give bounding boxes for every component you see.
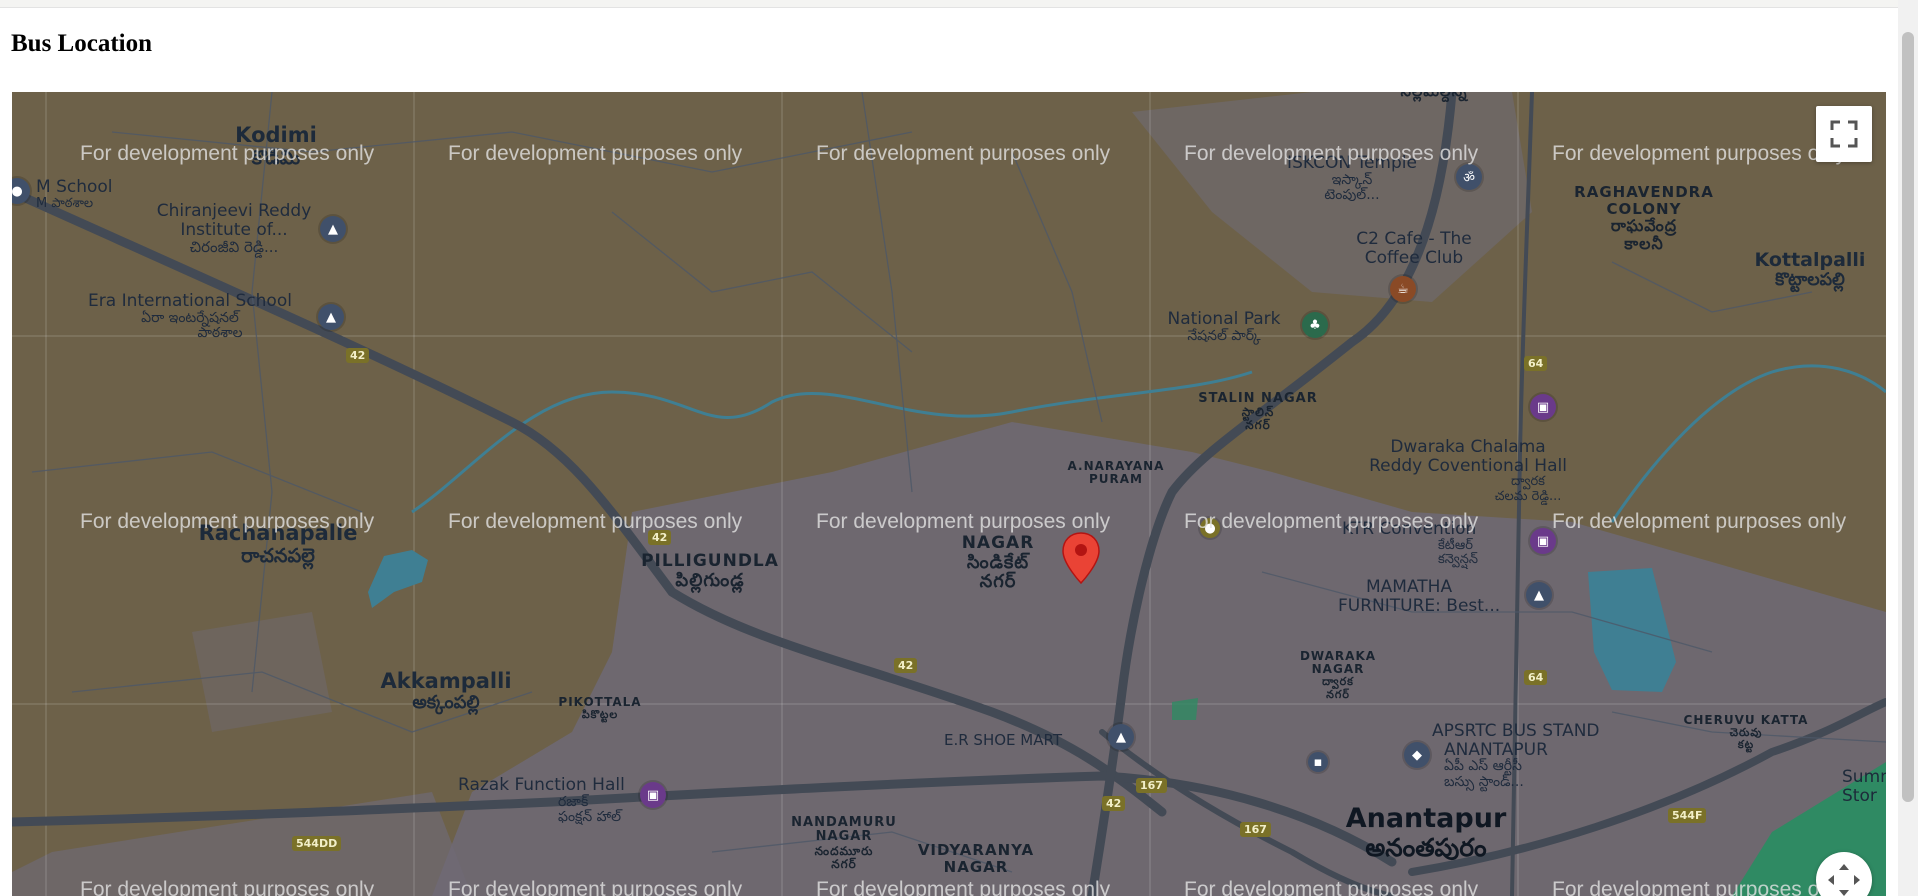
place-label-apsrtc-bus-stand: APSRTC BUS STAND ANANTAPUR ఏపీ ఎస్ ఆర్టీసీ… [1432,721,1600,790]
place-label-national-park: National Park నేషనల్ పార్క్ [1167,309,1281,344]
dev-watermark: For development purposes only [448,878,743,896]
red-pin-icon[interactable] [1062,532,1100,584]
road-shield: 42 [894,658,918,673]
bus-location-map[interactable]: 42 42 42 42 544DD 167 167 64 64 544F ● ▲… [12,92,1886,896]
place-label-dwaraka-hall: Dwaraka Chalama Reddy Coventional Hall ద్వ… [1369,437,1567,504]
road-shield: 64 [1524,670,1548,685]
cafe-icon[interactable]: ☕ [1390,276,1416,302]
dev-watermark: For development purposes only [1184,878,1479,896]
place-label-anantapur: Anantapur అనంతపురం [1345,803,1507,862]
bus-stop-icon[interactable]: ▪ [1308,752,1328,772]
road-shield: 544DD [292,836,342,851]
place-label-cheruvu-katta: CHERUVU KATTA చెరువు కట్ట [1683,713,1809,752]
dev-watermark: For development purposes only [816,510,1111,533]
place-label-stalin-nagar: STALIN NAGAR స్టాలిన్ నగర్ [1198,391,1318,433]
shopping-icon[interactable]: ▲ [1108,724,1134,750]
bus-station-icon[interactable]: ◆ [1404,742,1430,768]
pond [368,550,428,608]
scrollbar-thumb[interactable] [1902,32,1914,802]
place-label-er-shoe-mart: E.R SHOE MART [944,731,1062,749]
dev-watermark: For development purposes only [80,878,375,896]
dev-watermark: For development purposes only [1552,878,1847,896]
fullscreen-button[interactable] [1816,106,1872,162]
place-label-razak: Razak Function Hall రజాక్ ఫంక్షన్ హాల్ [458,775,625,826]
dev-watermark: For development purposes only [1184,510,1479,533]
road-shield: 167 [1136,778,1167,793]
school-icon[interactable]: ▲ [318,304,344,330]
road-shield: 42 [346,348,370,363]
temple-icon[interactable]: ॐ [1456,164,1482,190]
dev-watermark: For development purposes only [80,142,375,165]
browser-top-edge [0,0,1898,8]
dev-watermark: For development purposes only [448,510,743,533]
place-label-era-school: Era International School ఏరా ఇంటర్నేషనల్ ప… [88,291,292,342]
fullscreen-icon [1830,120,1858,148]
camera-control-button[interactable] [1816,852,1872,896]
dev-watermark: For development purposes only [816,878,1111,896]
road-shield: 42 [1102,796,1126,811]
page-scrollbar[interactable] [1898,0,1918,896]
place-label-narayana-puram: A.NARAYANA PURAM [1067,459,1165,487]
camera-control-icon [1828,864,1860,896]
place-label-summit: SummStor [1842,767,1886,806]
place-label-dwaraka-nagar: DWARAKA NAGAR ద్వారక నగర్ [1299,649,1377,701]
dev-watermark: For development purposes only [448,142,743,165]
park-icon[interactable]: ♣ [1302,312,1328,338]
place-label-kottalpalli: Kottalpalli కొట్టాలపల్లి [1754,249,1866,290]
place-label-syndicate-nagar: NAGAR సిండికేట్ నగర్ [961,533,1035,593]
place-label-nandamuru: NANDAMURU NAGAR నందమూరు నగర్ [791,815,897,871]
place-label-pilligundla: PILLIGUNDLA పిల్లిగుండ్ల [641,551,779,591]
road-shield: 64 [1524,356,1548,371]
place-label-c2-cafe: C2 Cafe - The Coffee Club [1356,229,1472,268]
place-label-akkampalli: Akkampalli అక్కంపల్లి [380,669,512,714]
place-label-pikottala: PIKOTTALA పికొట్టల [558,695,642,722]
event-venue-icon[interactable]: ▣ [1530,394,1556,420]
road-shield: 544F [1668,808,1707,823]
stream [1610,364,1886,523]
place-label-nallamaldinna: నల్లమల్దిన్న [1401,92,1468,100]
event-venue-icon[interactable]: ▣ [640,782,666,808]
dev-watermark: For development purposes only [816,142,1111,165]
page-title: Bus Location [11,30,153,57]
shopping-icon[interactable]: ▲ [1526,582,1552,608]
place-label-raghavendra-colony: RAGHAVENDRA COLONY రాఘవేంద్ర కాలనీ [1574,183,1714,253]
dev-watermark: For development purposes only [1552,142,1847,165]
dev-watermark: For development purposes only [1552,510,1847,533]
dev-watermark: For development purposes only [1184,142,1479,165]
dev-watermark: For development purposes only [80,510,375,533]
place-label-vidyaranya: VIDYARANYA NAGAR [917,841,1035,876]
place-label-mamatha-furniture: MAMATHA FURNITURE: Best... [1338,577,1501,616]
road-shield: 167 [1240,822,1271,837]
school-icon[interactable]: ▲ [320,216,346,242]
place-label-m-school: M School M పాఠశాల [36,177,113,211]
place-label-chiranjeevi: Chiranjeevi Reddy Institute of... చిరంజీవి… [156,201,312,257]
